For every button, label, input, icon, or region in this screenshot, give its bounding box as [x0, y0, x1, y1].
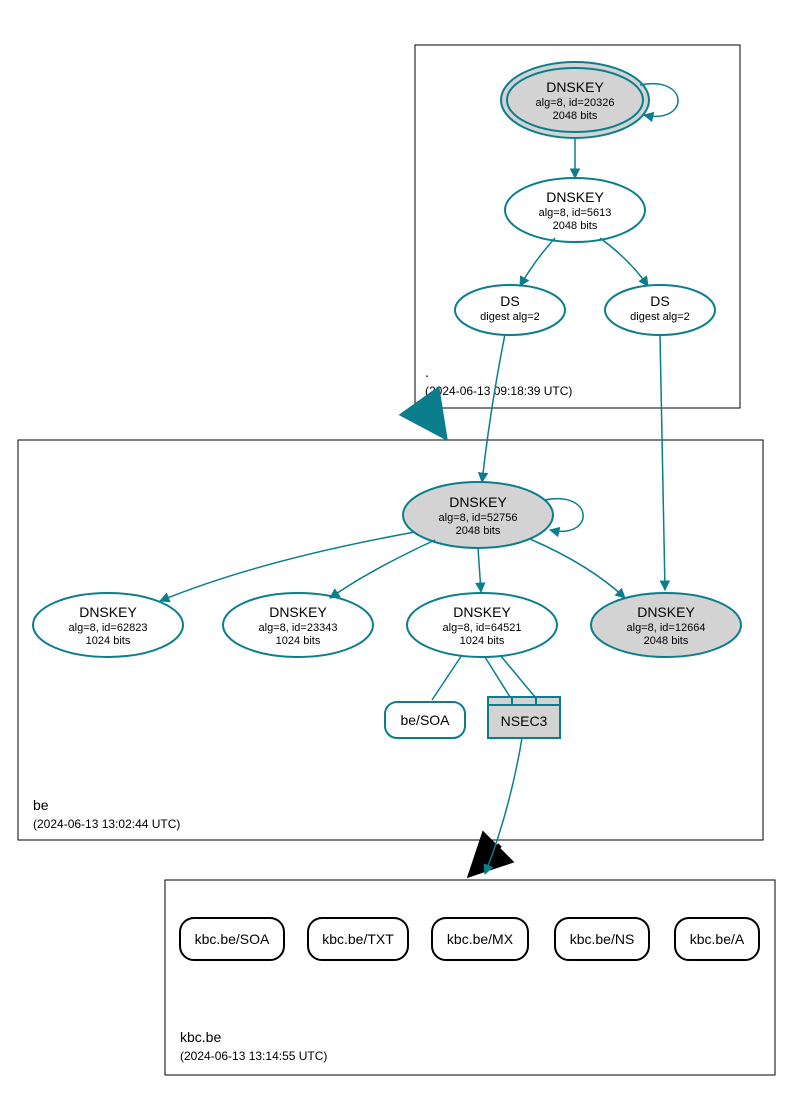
svg-text:kbc.be/TXT: kbc.be/TXT [322, 931, 394, 947]
node-ds-left: DS digest alg=2 [455, 285, 565, 335]
edge-5613-dsright [600, 238, 648, 286]
node-dnskey-62823: DNSKEY alg=8, id=62823 1024 bits [33, 593, 183, 657]
node-kbc-mx: kbc.be/MX [432, 918, 528, 960]
svg-text:alg=8, id=20326: alg=8, id=20326 [536, 97, 615, 109]
edge-dsright-12664 [660, 335, 665, 590]
edge-52756-64521 [478, 548, 481, 592]
svg-text:DNSKEY: DNSKEY [79, 604, 137, 620]
edge-52756-62823 [160, 532, 415, 601]
svg-text:1024 bits: 1024 bits [276, 635, 321, 647]
edge-root-to-be [430, 416, 445, 437]
svg-text:1024 bits: 1024 bits [460, 635, 505, 647]
svg-text:digest alg=2: digest alg=2 [630, 311, 690, 323]
svg-text:2048 bits: 2048 bits [553, 110, 598, 122]
node-dnskey-64521: DNSKEY alg=8, id=64521 1024 bits [407, 593, 557, 657]
edge-52756-23343 [330, 540, 435, 598]
edge-64521-soa [432, 655, 462, 700]
node-dnskey-20326: DNSKEY alg=8, id=20326 2048 bits [501, 62, 649, 138]
svg-text:DS: DS [500, 293, 519, 309]
zone-kbc-label: kbc.be [180, 1029, 221, 1045]
zone-root-label: . [425, 364, 429, 380]
svg-text:DNSKEY: DNSKEY [546, 189, 604, 205]
svg-text:alg=8, id=23343: alg=8, id=23343 [259, 622, 338, 634]
zone-kbc-box [165, 880, 775, 1075]
node-kbc-a: kbc.be/A [675, 918, 759, 960]
svg-text:DNSKEY: DNSKEY [269, 604, 327, 620]
svg-text:alg=8, id=5613: alg=8, id=5613 [539, 207, 612, 219]
svg-text:DNSKEY: DNSKEY [453, 604, 511, 620]
zone-be-label: be [33, 797, 49, 813]
svg-text:2048 bits: 2048 bits [553, 220, 598, 232]
node-be-soa: be/SOA [385, 702, 465, 738]
svg-text:alg=8, id=52756: alg=8, id=52756 [439, 512, 518, 524]
dnssec-diagram: . (2024-06-13 09:18:39 UTC) DNSKEY alg=8… [0, 0, 789, 1094]
node-be-nsec3: NSEC3 [488, 697, 560, 738]
svg-text:DNSKEY: DNSKEY [637, 604, 695, 620]
svg-text:1024 bits: 1024 bits [86, 635, 131, 647]
svg-text:be/SOA: be/SOA [400, 712, 450, 728]
svg-text:kbc.be/SOA: kbc.be/SOA [195, 931, 270, 947]
node-kbc-ns: kbc.be/NS [555, 918, 649, 960]
svg-text:DNSKEY: DNSKEY [449, 494, 507, 510]
zone-root-timestamp: (2024-06-13 09:18:39 UTC) [425, 384, 572, 398]
svg-text:kbc.be/A: kbc.be/A [690, 931, 745, 947]
edge-5613-dsleft [520, 238, 555, 286]
svg-text:kbc.be/NS: kbc.be/NS [570, 931, 635, 947]
svg-text:alg=8, id=12664: alg=8, id=12664 [627, 622, 706, 634]
node-dnskey-23343: DNSKEY alg=8, id=23343 1024 bits [223, 593, 373, 657]
zone-be-timestamp: (2024-06-13 13:02:44 UTC) [33, 817, 180, 831]
node-kbc-soa: kbc.be/SOA [180, 918, 284, 960]
svg-text:kbc.be/MX: kbc.be/MX [447, 931, 514, 947]
node-dnskey-12664: DNSKEY alg=8, id=12664 2048 bits [591, 593, 741, 657]
svg-text:2048 bits: 2048 bits [456, 525, 501, 537]
edge-52756-12664 [530, 539, 625, 598]
svg-text:digest alg=2: digest alg=2 [480, 311, 540, 323]
edge-be-to-kbc-black [470, 845, 500, 875]
svg-text:alg=8, id=62823: alg=8, id=62823 [69, 622, 148, 634]
svg-text:alg=8, id=64521: alg=8, id=64521 [443, 622, 522, 634]
svg-text:DNSKEY: DNSKEY [546, 79, 604, 95]
node-dnskey-5613: DNSKEY alg=8, id=5613 2048 bits [505, 178, 645, 242]
node-kbc-txt: kbc.be/TXT [308, 918, 408, 960]
svg-text:DS: DS [650, 293, 669, 309]
svg-text:2048 bits: 2048 bits [644, 635, 689, 647]
node-dnskey-52756: DNSKEY alg=8, id=52756 2048 bits [403, 482, 553, 548]
svg-text:NSEC3: NSEC3 [501, 713, 548, 729]
zone-kbc-timestamp: (2024-06-13 13:14:55 UTC) [180, 1049, 327, 1063]
node-ds-right: DS digest alg=2 [605, 285, 715, 335]
